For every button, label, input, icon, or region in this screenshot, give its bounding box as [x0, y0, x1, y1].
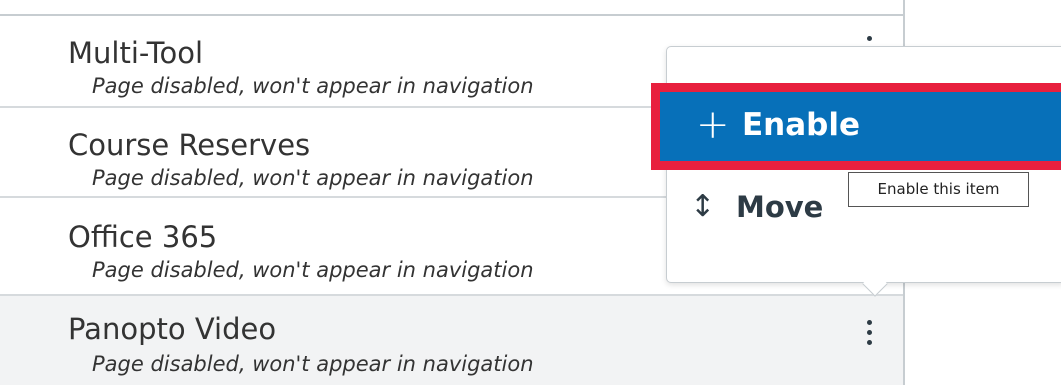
nav-item-status: Page disabled, won't appear in navigatio… [92, 352, 534, 376]
nav-item-name: Multi-Tool [68, 36, 204, 70]
nav-item-name: Panopto Video [68, 312, 277, 346]
nav-item-panopto-video[interactable]: Panopto Video Page disabled, won't appea… [0, 296, 903, 385]
plus-icon: + [696, 102, 730, 148]
up-down-arrow-icon: ↕ [690, 189, 716, 224]
enable-menu-item[interactable]: + Enable [651, 83, 1061, 170]
nav-item-status: Page disabled, won't appear in navigatio… [92, 74, 534, 98]
move-label: Move [736, 190, 824, 224]
nav-item-name: Office 365 [68, 220, 218, 254]
enable-tooltip: Enable this item [848, 172, 1029, 207]
kebab-menu-icon[interactable] [855, 312, 883, 352]
nav-item-status: Page disabled, won't appear in navigatio… [92, 166, 534, 190]
nav-item-name: Course Reserves [68, 128, 311, 162]
enable-label: Enable [742, 107, 861, 143]
navigation-settings-panel: Multi-Tool Page disabled, won't appear i… [0, 0, 1061, 385]
nav-item-status: Page disabled, won't appear in navigatio… [92, 258, 534, 282]
